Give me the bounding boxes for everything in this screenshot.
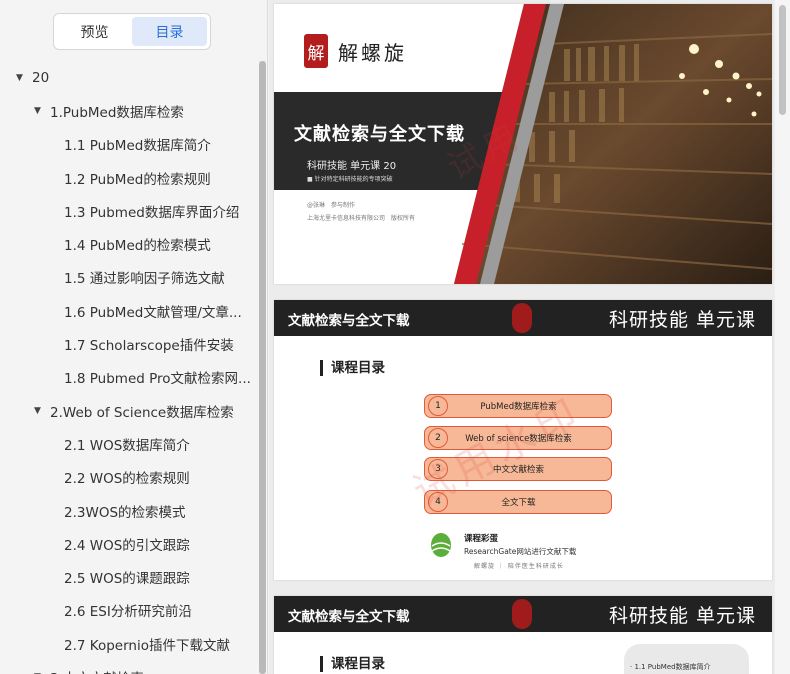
- toc-item[interactable]: 1.4 PubMed的检索模式: [0, 227, 258, 260]
- toc-item[interactable]: 2.4 WOS的引文跟踪: [0, 527, 258, 560]
- brand-logo: 解 解螺旋: [304, 34, 407, 68]
- header-course: 科研技能 单元课: [608, 309, 756, 331]
- main-scrollbar-thumb[interactable]: [779, 5, 786, 115]
- caret-down-icon[interactable]: ▼: [16, 73, 26, 83]
- caret-down-icon[interactable]: ▼: [34, 106, 44, 116]
- agenda-text: PubMed数据库检索: [480, 402, 557, 412]
- slide-agenda[interactable]: 文献检索与全文下载 科研技能 单元课 课程目录 1 PubMed数据库检索 2 Web…: [274, 300, 772, 580]
- agenda-item: 3 中文文献检索: [424, 457, 612, 481]
- cover-bullet: ■ 针对特定科研技能的专项突破: [307, 176, 393, 183]
- toc-item-label: 2.4 WOS的引文跟踪: [64, 537, 190, 554]
- toc-item-label: 3.中文文献检索: [50, 667, 144, 674]
- agenda-number: 2: [428, 428, 448, 448]
- tab-toc[interactable]: 目录: [132, 17, 207, 46]
- toc-item[interactable]: 1.7 Scholarscope插件安装: [0, 327, 258, 360]
- header-course: 科研技能 单元课: [608, 605, 756, 627]
- toc-item-label: 1.1 PubMed数据库简介: [64, 138, 211, 155]
- toc-item-label: 1.3 Pubmed数据库界面介绍: [64, 204, 240, 221]
- toc-item-label: 2.2 WOS的检索规则: [64, 471, 190, 488]
- header-title: 文献检索与全文下载: [288, 313, 410, 329]
- pdf-viewer: 预览 目录 ▼ 20 ▼ 1.PubMed数据库检索 1.1 PubMed数据库简介 1.…: [0, 0, 790, 674]
- toc-item-label: 1.5 通过影响因子筛选文献: [64, 271, 225, 288]
- slide-header-bar: 文献检索与全文下载 科研技能 单元课: [274, 300, 772, 336]
- agenda-item: 2 Web of science数据库检索: [424, 426, 612, 450]
- agenda-item: 4 全文下载: [424, 490, 612, 514]
- toc-item-label: 2.6 ESI分析研究前沿: [64, 604, 192, 621]
- toc-item[interactable]: 2.2 WOS的检索规则: [0, 461, 258, 494]
- toc-item[interactable]: ▼ 1.PubMed数据库检索: [0, 94, 258, 127]
- toc-item[interactable]: 2.1 WOS数据库简介: [0, 427, 258, 460]
- agenda-number: 3: [428, 459, 448, 479]
- main-scrollbar[interactable]: [775, 0, 790, 674]
- agenda-text: 全文下载: [501, 498, 536, 508]
- slide-agenda-detail[interactable]: 文献检索与全文下载 科研技能 单元课 课程目录 · 1.1 PubMed数据库简…: [274, 596, 772, 674]
- page-view: 解 解螺旋 文献检索与全文下载 科研技能 单元课 20 ■ 针对特定科研技能的专…: [269, 0, 790, 674]
- slide-footer: 解螺旋 ｜ 陪伴医生科研成长: [474, 563, 564, 570]
- toc-item[interactable]: 1.8 Pubmed Pro文献检索网...: [0, 361, 258, 394]
- cover-author: @张琳 参与制作: [307, 202, 356, 209]
- toc-item-label: 20: [32, 69, 50, 86]
- toc-item[interactable]: 2.7 Kopernio插件下载文献: [0, 627, 258, 660]
- toc-item-label: 1.8 Pubmed Pro文献检索网...: [64, 371, 251, 388]
- caret-down-icon[interactable]: ▼: [34, 406, 44, 416]
- slide-cover[interactable]: 解 解螺旋 文献检索与全文下载 科研技能 单元课 20 ■ 针对特定科研技能的专…: [274, 4, 772, 284]
- sidebar: 预览 目录 ▼ 20 ▼ 1.PubMed数据库检索 1.1 PubMed数据库简介 1.…: [0, 0, 268, 674]
- toc-item[interactable]: 2.5 WOS的课题跟踪: [0, 560, 258, 593]
- toc-item[interactable]: ▼3.中文文献检索: [0, 660, 258, 674]
- toc-item[interactable]: 1.5 通过影响因子筛选文献: [0, 261, 258, 294]
- toc-item[interactable]: 2.3WOS的检索模式: [0, 494, 258, 527]
- bonus-subtitle: ResearchGate网站进行文献下载: [464, 547, 577, 556]
- sidebar-scrollbar-thumb[interactable]: [259, 61, 266, 674]
- agenda-item: 1 PubMed数据库检索: [424, 394, 612, 418]
- slide-header-bar: 文献检索与全文下载 科研技能 单元课: [274, 596, 772, 632]
- toc-list: ▼ 20 ▼ 1.PubMed数据库检索 1.1 PubMed数据库简介 1.2 PubM…: [0, 61, 258, 674]
- agenda-number: 4: [428, 492, 448, 512]
- seal-logo: 解: [304, 34, 328, 68]
- seal-icon: [512, 303, 532, 333]
- section-title: 课程目录: [320, 656, 385, 672]
- toc-panel-item: · 1.1 PubMed数据库简介: [630, 663, 711, 671]
- header-title: 文献检索与全文下载: [288, 609, 410, 625]
- toc-item[interactable]: 1.6 PubMed文献管理/文章...: [0, 294, 258, 327]
- toc-item-label: 1.PubMed数据库检索: [50, 104, 184, 121]
- cover-title: 文献检索与全文下载: [294, 124, 465, 145]
- toc-item-label: 2.5 WOS的课题跟踪: [64, 571, 190, 588]
- library-photo: [454, 4, 772, 284]
- bonus-title: 课程彩蛋: [464, 534, 499, 544]
- section-title: 课程目录: [320, 360, 385, 376]
- leaf-logo-icon: [431, 533, 451, 557]
- toc-item-label: 2.1 WOS数据库简介: [64, 437, 190, 454]
- toc-item[interactable]: 1.3 Pubmed数据库界面介绍: [0, 194, 258, 227]
- toc-item-label: 1.7 Scholarscope插件安装: [64, 338, 234, 355]
- toc-item-label: 1.6 PubMed文献管理/文章...: [64, 304, 242, 321]
- agenda-text: 中文文献检索: [492, 465, 544, 475]
- toc-item-label: 2.7 Kopernio插件下载文献: [64, 637, 230, 654]
- cover-company: 上海尤里卡信息科技有限公司 版权所有: [307, 215, 416, 222]
- agenda-number: 1: [428, 396, 448, 416]
- cover-subtitle: 科研技能 单元课 20: [307, 161, 397, 172]
- view-toggle: 预览 目录: [53, 13, 211, 50]
- toc-item[interactable]: ▼ 20: [0, 61, 258, 94]
- tab-preview[interactable]: 预览: [57, 17, 132, 46]
- toc-item[interactable]: 1.2 PubMed的检索规则: [0, 161, 258, 194]
- brand-name: 解螺旋: [338, 40, 407, 65]
- sidebar-scrollbar[interactable]: [259, 61, 266, 674]
- toc-item-label: 2.Web of Science数据库检索: [50, 404, 234, 421]
- toc-item-label: 2.3WOS的检索模式: [64, 504, 186, 521]
- toc-item-label: 1.4 PubMed的检索模式: [64, 238, 211, 255]
- toc-item-label: 1.2 PubMed的检索规则: [64, 171, 211, 188]
- toc-item[interactable]: ▼ 2.Web of Science数据库检索: [0, 394, 258, 427]
- toc-item[interactable]: 1.1 PubMed数据库简介: [0, 128, 258, 161]
- seal-icon: [512, 599, 532, 629]
- toc-item[interactable]: 2.6 ESI分析研究前沿: [0, 594, 258, 627]
- agenda-text: Web of science数据库检索: [465, 434, 572, 444]
